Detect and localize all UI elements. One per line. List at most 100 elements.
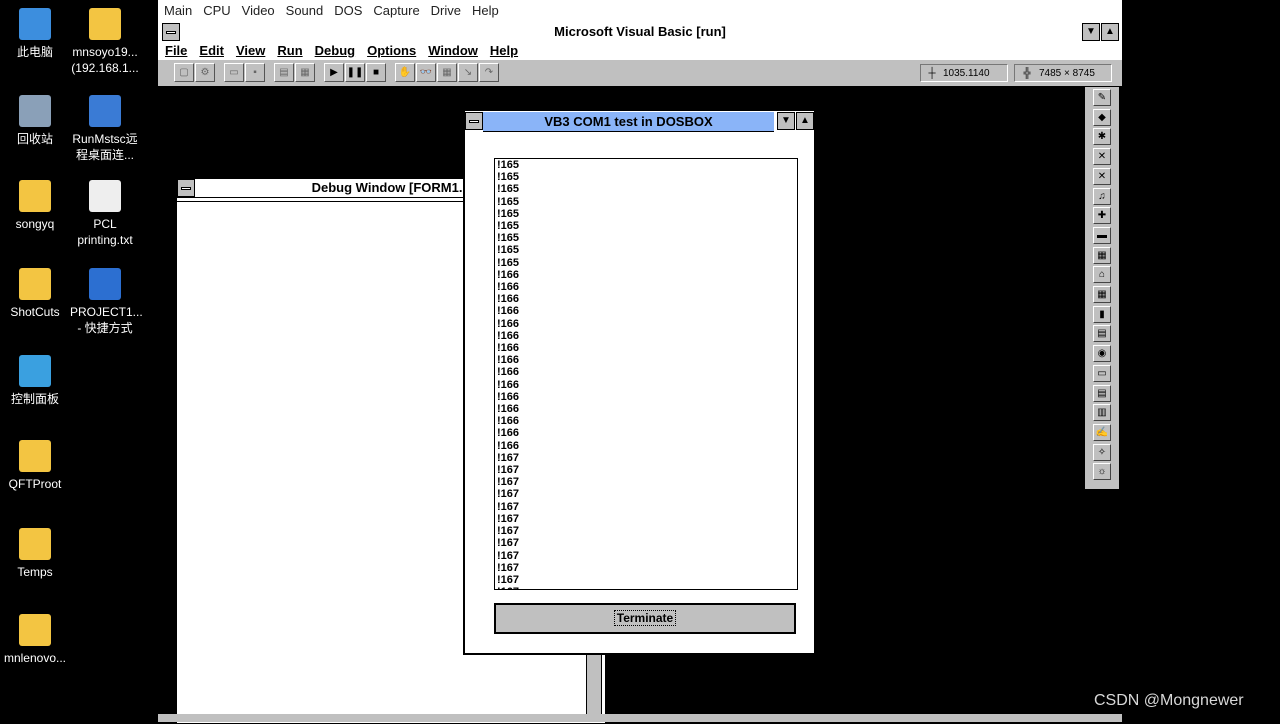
dosbox-menu-dos[interactable]: DOS	[328, 0, 367, 18]
desktop-icon[interactable]: PCL printing.txt	[70, 180, 140, 248]
list-item[interactable]: !166	[495, 269, 797, 281]
list-item[interactable]: !166	[495, 354, 797, 366]
minimize-button[interactable]: ▼	[1082, 23, 1100, 41]
desktop-icon[interactable]: QFTProot	[0, 440, 70, 492]
list-item[interactable]: !165	[495, 220, 797, 232]
dosbox-menu-cpu[interactable]: CPU	[197, 0, 235, 18]
dosbox-menu-help[interactable]: Help	[466, 0, 504, 18]
menu-design-icon[interactable]: ▤	[274, 63, 294, 82]
list-item[interactable]: !166	[495, 403, 797, 415]
list-item[interactable]: !166	[495, 330, 797, 342]
form-minimize-button[interactable]: ▼	[777, 112, 795, 130]
hscroll-tool-icon[interactable]: ▦	[1093, 286, 1111, 303]
list-item[interactable]: !167	[495, 586, 797, 589]
step-into-icon[interactable]: ↘	[458, 63, 478, 82]
picture-tool-icon[interactable]: ◆	[1093, 108, 1111, 126]
textbox-tool-icon[interactable]: ✕	[1093, 148, 1111, 166]
list-item[interactable]: !166	[495, 305, 797, 317]
list-item[interactable]: !167	[495, 525, 797, 537]
list-item[interactable]: !166	[495, 293, 797, 305]
image-tool-icon[interactable]: ✧	[1093, 443, 1111, 461]
desktop-icon[interactable]: songyq	[0, 180, 70, 232]
option-tool-icon[interactable]: ▬	[1093, 226, 1111, 244]
dosbox-menu-video[interactable]: Video	[236, 0, 280, 18]
calls-icon[interactable]: ▦	[437, 63, 457, 82]
step-over-icon[interactable]: ↷	[479, 63, 499, 82]
list-item[interactable]: !165	[495, 208, 797, 220]
pause-icon[interactable]: ❚❚	[345, 63, 365, 82]
list-item[interactable]: !167	[495, 562, 797, 574]
list-item[interactable]: !165	[495, 257, 797, 269]
save-project-icon[interactable]: ▪	[245, 63, 265, 82]
breakpoint-icon[interactable]: ✋	[395, 63, 415, 82]
desktop-icon[interactable]: mnlenovo...	[0, 614, 70, 666]
label-tool-icon[interactable]: ✱	[1093, 128, 1111, 146]
watch-icon[interactable]: 👓	[416, 63, 436, 82]
vb-menu-options[interactable]: Options	[360, 42, 421, 58]
list-item[interactable]: !165	[495, 171, 797, 183]
com-data-listbox[interactable]: !165 !165 !165 !165 !165 !165 !165 !165 !165 !166…	[494, 158, 798, 590]
list-item[interactable]: !167	[495, 537, 797, 549]
list-item[interactable]: !165	[495, 159, 797, 171]
new-form-icon[interactable]: ▢	[174, 63, 194, 82]
desktop-icon[interactable]: mnsoyo19... (192.168.1...	[70, 8, 140, 76]
open-project-icon[interactable]: ▭	[224, 63, 244, 82]
form-system-menu-button[interactable]	[465, 112, 483, 130]
vb-menu-window[interactable]: Window	[421, 42, 483, 58]
desktop-icon[interactable]: ShotCuts	[0, 268, 70, 320]
properties-icon[interactable]: ▦	[295, 63, 315, 82]
list-item[interactable]: !166	[495, 379, 797, 391]
desktop-icon[interactable]: 控制面板	[0, 355, 70, 407]
list-item[interactable]: !165	[495, 183, 797, 195]
desktop-icon[interactable]: 回收站	[0, 95, 70, 147]
list-tool-icon[interactable]: ⌂	[1093, 266, 1111, 284]
debug-system-menu-button[interactable]	[177, 179, 195, 197]
vscroll-tool-icon[interactable]: ▮	[1093, 305, 1111, 323]
list-item[interactable]: !165	[495, 196, 797, 208]
shape-tool-icon[interactable]: ▥	[1093, 404, 1111, 422]
file-tool-icon[interactable]: ▤	[1093, 384, 1111, 402]
stop-icon[interactable]: ■	[366, 63, 386, 82]
terminate-button[interactable]: Terminate	[494, 603, 796, 634]
vb-menu-help[interactable]: Help	[483, 42, 523, 58]
drive-tool-icon[interactable]: ◉	[1093, 345, 1111, 363]
dosbox-menu-drive[interactable]: Drive	[425, 0, 466, 18]
vb-menu-edit[interactable]: Edit	[192, 42, 229, 58]
dir-tool-icon[interactable]: ▭	[1093, 364, 1111, 382]
frame-tool-icon[interactable]: ✕	[1093, 167, 1111, 185]
list-item[interactable]: !167	[495, 550, 797, 562]
list-item[interactable]: !166	[495, 391, 797, 403]
list-item[interactable]: !166	[495, 281, 797, 293]
dosbox-menu-sound[interactable]: Sound	[280, 0, 329, 18]
list-item[interactable]: !167	[495, 476, 797, 488]
new-module-icon[interactable]: ⚙	[195, 63, 215, 82]
commandbutton-tool-icon[interactable]: ♫	[1093, 187, 1111, 205]
list-item[interactable]: !167	[495, 464, 797, 476]
list-item[interactable]: !166	[495, 415, 797, 427]
timer-tool-icon[interactable]: ▤	[1093, 325, 1111, 343]
line-tool-icon[interactable]: ✍	[1093, 423, 1111, 441]
vb-menu-debug[interactable]: Debug	[308, 42, 360, 58]
list-item[interactable]: !167	[495, 513, 797, 525]
list-item[interactable]: !166	[495, 440, 797, 452]
vb-menu-view[interactable]: View	[229, 42, 270, 58]
list-item[interactable]: !166	[495, 342, 797, 354]
list-item[interactable]: !165	[495, 232, 797, 244]
dosbox-menu-capture[interactable]: Capture	[367, 0, 424, 18]
dosbox-menu-main[interactable]: Main	[158, 0, 197, 18]
list-item[interactable]: !166	[495, 427, 797, 439]
list-item[interactable]: !167	[495, 501, 797, 513]
list-item[interactable]: !165	[495, 244, 797, 256]
maximize-button[interactable]: ▲	[1101, 23, 1119, 41]
checkbox-tool-icon[interactable]: ✚	[1093, 207, 1111, 225]
desktop-icon[interactable]: Temps	[0, 528, 70, 580]
desktop-icon[interactable]: RunMstsc远 程桌面连...	[70, 95, 140, 163]
list-item[interactable]: !167	[495, 452, 797, 464]
run-icon[interactable]: ▶	[324, 63, 344, 82]
combo-tool-icon[interactable]: ▦	[1093, 246, 1111, 264]
vb-menu-run[interactable]: Run	[270, 42, 307, 58]
desktop-icon[interactable]: 此电脑	[0, 8, 70, 60]
list-item[interactable]: !167	[495, 488, 797, 500]
list-item[interactable]: !166	[495, 318, 797, 330]
list-item[interactable]: !167	[495, 574, 797, 586]
